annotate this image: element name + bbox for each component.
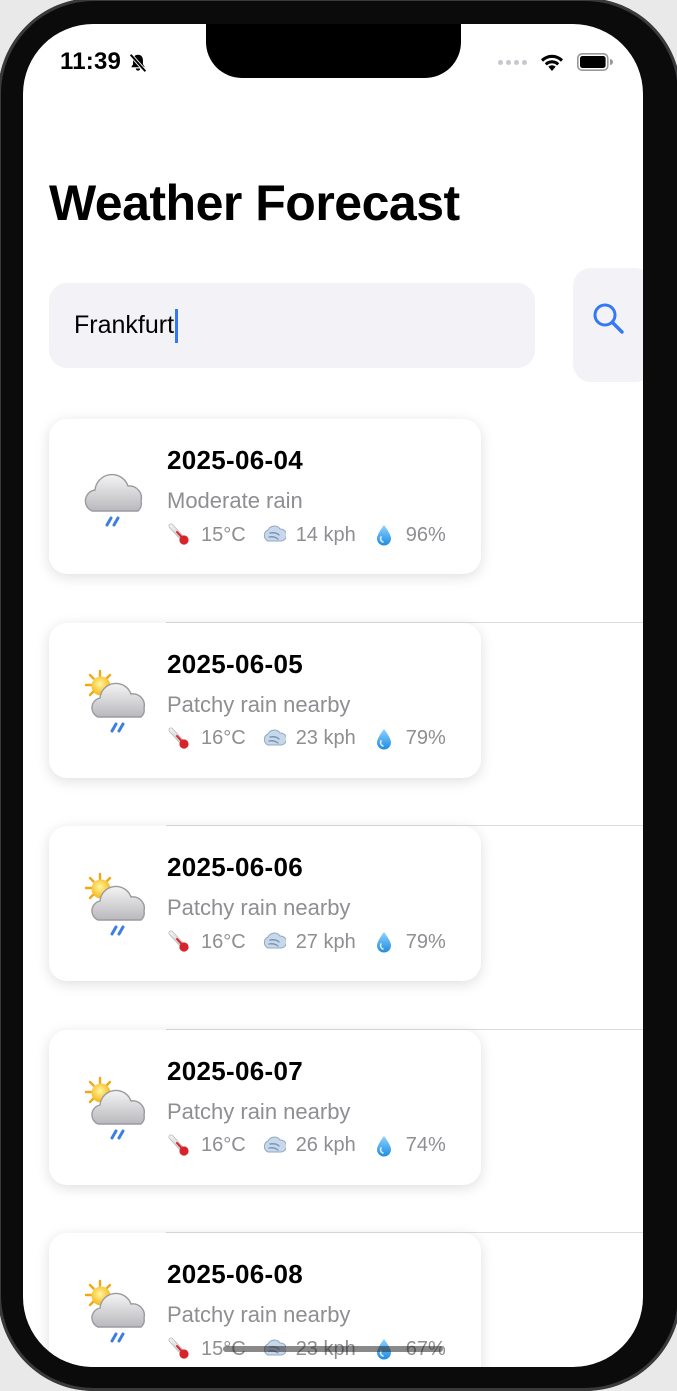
thermometer-icon [167, 523, 191, 547]
battery-icon [577, 53, 613, 71]
status-time: 11:39 [60, 48, 122, 75]
droplet-icon [372, 727, 396, 751]
wind-stat: 14 kph [262, 523, 356, 547]
forecast-date: 2025-06-07 [167, 1055, 303, 1086]
forecast-condition: Patchy rain nearby [167, 691, 351, 717]
forecast-card[interactable]: 2025-06-04 Moderate rain 15°C 14 kph 96% [49, 419, 481, 574]
wind-icon [262, 1134, 287, 1158]
humidity-stat: 79% [372, 727, 446, 751]
page-title: Weather Forecast [49, 175, 460, 231]
humidity-value: 79% [405, 727, 446, 749]
bell-slash-icon [129, 53, 147, 73]
temperature-stat: 15°C [167, 523, 246, 547]
thermometer-icon [167, 930, 191, 954]
app-screen: 11:39 Weather Forecast Frankfurt 2025-06… [23, 24, 643, 1367]
forecast-card[interactable]: 2025-06-06 Patchy rain nearby 16°C 27 kph 79… [49, 826, 481, 981]
forecast-stats: 15°C 14 kph 96% [167, 523, 446, 547]
forecast-row[interactable]: 2025-06-07 Patchy rain nearby 16°C 26 kph 74… [23, 1029, 643, 1233]
text-caret [175, 308, 179, 343]
signal-dots-icon [498, 59, 527, 65]
thermometer-icon [167, 1337, 191, 1361]
search-icon [593, 303, 624, 334]
forecast-condition: Moderate rain [167, 488, 303, 513]
temperature-value: 16°C [201, 930, 246, 953]
rain-cloud-icon [78, 461, 154, 537]
wind-stat: 23 kph [262, 727, 356, 751]
forecast-condition: Patchy rain nearby [167, 895, 351, 920]
humidity-stat: 74% [372, 1134, 446, 1158]
droplet-icon [372, 523, 396, 547]
temperature-stat: 16°C [167, 727, 246, 751]
forecast-date: 2025-06-08 [167, 1259, 303, 1289]
forecast-condition: Patchy rain nearby [167, 1098, 351, 1124]
humidity-value: 96% [405, 523, 446, 546]
thermometer-icon [167, 727, 191, 751]
wind-value: 14 kph [295, 523, 356, 546]
sun-rain-cloud-icon [78, 1275, 154, 1351]
forecast-row[interactable]: 2025-06-04 Moderate rain 15°C 14 kph 96% [23, 419, 643, 623]
forecast-row[interactable]: 2025-06-06 Patchy rain nearby 16°C 27 kph 79… [23, 826, 643, 1030]
wind-stat: 27 kph [262, 930, 356, 954]
device-notch [206, 24, 461, 78]
wind-icon [262, 727, 287, 751]
forecast-condition: Patchy rain nearby [167, 1302, 351, 1327]
city-search-input[interactable]: Frankfurt [49, 283, 535, 368]
forecast-date: 2025-06-06 [167, 852, 303, 882]
thermometer-icon [167, 1134, 191, 1158]
wind-icon [262, 523, 287, 547]
wind-stat: 26 kph [262, 1134, 356, 1158]
wifi-icon [541, 54, 563, 71]
wind-icon [262, 930, 287, 954]
droplet-icon [372, 1134, 396, 1158]
humidity-value: 79% [405, 930, 446, 953]
humidity-stat: 96% [372, 523, 446, 547]
search-button[interactable] [573, 268, 643, 382]
forecast-stats: 16°C 27 kph 79% [167, 930, 446, 954]
wind-value: 27 kph [295, 930, 356, 953]
status-indicators [498, 52, 613, 72]
forecast-card[interactable]: 2025-06-05 Patchy rain nearby 16°C 23 kph 79… [49, 622, 481, 778]
forecast-date: 2025-06-05 [167, 648, 303, 679]
temperature-value: 16°C [201, 1134, 246, 1156]
sun-rain-cloud-icon [78, 665, 154, 741]
humidity-value: 74% [405, 1134, 446, 1156]
home-indicator[interactable] [223, 1346, 443, 1352]
forecast-stats: 16°C 26 kph 74% [167, 1134, 446, 1158]
temperature-stat: 16°C [167, 1134, 246, 1158]
search-input-value: Frankfurt [74, 311, 175, 339]
wind-value: 23 kph [295, 727, 356, 749]
sun-rain-cloud-icon [78, 868, 154, 944]
temperature-value: 15°C [201, 523, 246, 546]
forecast-row[interactable]: 2025-06-05 Patchy rain nearby 16°C 23 kph 79… [23, 622, 643, 826]
humidity-stat: 79% [372, 930, 446, 954]
forecast-stats: 16°C 23 kph 79% [167, 727, 446, 751]
device-frame: 11:39 Weather Forecast Frankfurt 2025-06… [0, 0, 677, 1391]
temperature-value: 16°C [201, 727, 246, 749]
temperature-stat: 16°C [167, 930, 246, 954]
droplet-icon [372, 930, 396, 954]
wind-value: 26 kph [295, 1134, 356, 1156]
sun-rain-cloud-icon [78, 1072, 154, 1148]
forecast-list[interactable]: 2025-06-04 Moderate rain 15°C 14 kph 96% 2025… [23, 419, 643, 1367]
forecast-date: 2025-06-04 [167, 445, 303, 475]
forecast-card[interactable]: 2025-06-07 Patchy rain nearby 16°C 26 kph 74… [49, 1029, 481, 1185]
